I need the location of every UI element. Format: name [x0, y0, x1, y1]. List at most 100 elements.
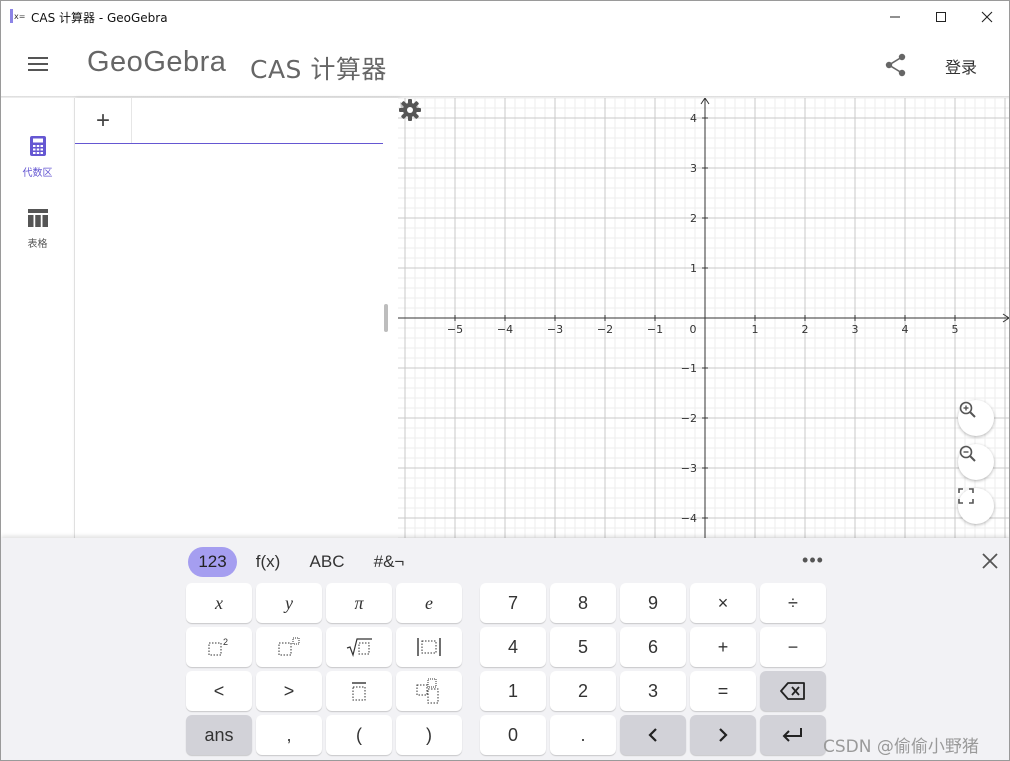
key-e[interactable]: e: [396, 583, 462, 623]
key-greater-than[interactable]: >: [256, 671, 322, 711]
tab-123[interactable]: 123: [188, 547, 237, 577]
x-tick-label: −5: [447, 323, 463, 336]
y-tick-label: −3: [681, 462, 697, 475]
key-3[interactable]: 3: [620, 671, 686, 711]
table-icon: [27, 209, 48, 227]
key-subscript[interactable]: [396, 671, 462, 711]
key-right-arrow[interactable]: [690, 715, 756, 755]
app-header: GeoGebra CAS 计算器 登录: [1, 32, 1009, 96]
key-plus[interactable]: +: [690, 627, 756, 667]
virtual-keyboard: 123 f(x) ABC #&¬ ••• x y π e 2 < > ans ,…: [1, 538, 1009, 760]
x-tick-label: 0: [690, 323, 697, 336]
window-title: CAS 计算器 - GeoGebra: [31, 11, 168, 25]
y-tick-label: 2: [690, 212, 697, 225]
hamburger-menu-icon[interactable]: [21, 52, 55, 76]
y-tick-label: −1: [681, 362, 697, 375]
gear-icon[interactable]: [398, 98, 422, 122]
share-icon[interactable]: [883, 52, 909, 78]
sidebar-item-algebra[interactable]: 代数区: [1, 136, 74, 179]
sqrt-icon: [346, 638, 372, 658]
key-pi[interactable]: π: [326, 583, 392, 623]
key-ans[interactable]: ans: [186, 715, 252, 755]
minimize-button[interactable]: [872, 1, 918, 32]
key-4[interactable]: 4: [480, 627, 546, 667]
chevron-right-icon: [719, 728, 728, 742]
key-open-paren[interactable]: (: [326, 715, 392, 755]
key-x[interactable]: x: [186, 583, 252, 623]
x-tick-label: −1: [647, 323, 663, 336]
key-7[interactable]: 7: [480, 583, 546, 623]
svg-text:2: 2: [223, 637, 228, 647]
side-navigation: 代数区 表格: [1, 98, 74, 538]
key-backspace[interactable]: [760, 671, 826, 711]
key-abs[interactable]: [396, 627, 462, 667]
tab-abc[interactable]: ABC: [303, 547, 351, 577]
key-square[interactable]: 2: [186, 627, 252, 667]
key-8[interactable]: 8: [550, 583, 616, 623]
fullscreen-icon: [958, 488, 974, 504]
key-left-arrow[interactable]: [620, 715, 686, 755]
key-multiply[interactable]: ×: [690, 583, 756, 623]
more-keys-button[interactable]: •••: [801, 550, 825, 570]
sidebar-item-label: 代数区: [22, 168, 53, 179]
maximize-icon: [936, 11, 946, 22]
enter-icon: [782, 728, 802, 742]
key-decimal[interactable]: .: [550, 715, 616, 755]
login-button[interactable]: 登录: [945, 54, 977, 78]
subscript-icon: [416, 678, 439, 704]
key-enter[interactable]: [760, 715, 826, 755]
key-equals[interactable]: =: [690, 671, 756, 711]
key-power[interactable]: [256, 627, 322, 667]
x-tick-label: −3: [547, 323, 563, 336]
close-window-button[interactable]: [964, 1, 1009, 32]
x-tick-label: −4: [497, 323, 513, 336]
coordinate-grid[interactable]: −5 −4 −3 −2 −1 0 1 2 3 4 5 4 3 2 1 −1 −2 −3 −4: [398, 98, 1009, 538]
key-sqrt[interactable]: [326, 627, 392, 667]
close-keyboard-icon[interactable]: [979, 550, 1001, 572]
geogebra-logo: GeoGebra: [87, 46, 227, 78]
geogebra-window: x= CAS 计算器 - GeoGebra GeoGebra CAS 计算器 登…: [0, 0, 1010, 761]
add-input-button[interactable]: +: [75, 98, 132, 144]
key-5[interactable]: 5: [550, 627, 616, 667]
y-tick-label: 4: [690, 112, 697, 125]
algebra-view: +: [74, 98, 398, 538]
key-6[interactable]: 6: [620, 627, 686, 667]
zoom-out-button[interactable]: [958, 444, 994, 480]
maximize-button[interactable]: [918, 1, 964, 32]
y-tick-label: −2: [681, 412, 697, 425]
zoom-in-button[interactable]: [958, 400, 994, 436]
key-2[interactable]: 2: [550, 671, 616, 711]
tab-symbols[interactable]: #&¬: [367, 547, 411, 577]
x-tick-label: 5: [952, 323, 959, 336]
fullscreen-button[interactable]: [958, 488, 994, 524]
key-fraction[interactable]: [326, 671, 392, 711]
key-less-than[interactable]: <: [186, 671, 252, 711]
y-tick-label: 1: [690, 262, 697, 275]
abs-icon: [417, 638, 441, 656]
key-0[interactable]: 0: [480, 715, 546, 755]
key-comma[interactable]: ,: [256, 715, 322, 755]
panel-resize-handle[interactable]: [384, 304, 388, 332]
x-tick-label: 3: [852, 323, 859, 336]
calculator-icon: [29, 136, 46, 156]
input-bar-underline[interactable]: [75, 143, 383, 144]
x-tick-label: 1: [752, 323, 759, 336]
backspace-icon: [780, 682, 805, 700]
chevron-left-icon: [648, 728, 657, 742]
power-icon: [278, 637, 300, 656]
key-close-paren[interactable]: ): [396, 715, 462, 755]
key-y[interactable]: y: [256, 583, 322, 623]
x-tick-label: 4: [902, 323, 909, 336]
tab-functions[interactable]: f(x): [248, 547, 288, 577]
svg-text:x=: x=: [14, 12, 25, 21]
zoom-in-icon: [959, 401, 976, 418]
x-tick-label: −2: [597, 323, 613, 336]
graphics-view[interactable]: −5 −4 −3 −2 −1 0 1 2 3 4 5 4 3 2 1 −1 −2 −3 −4: [398, 98, 1009, 538]
key-1[interactable]: 1: [480, 671, 546, 711]
key-9[interactable]: 9: [620, 583, 686, 623]
key-divide[interactable]: ÷: [760, 583, 826, 623]
key-minus[interactable]: −: [760, 627, 826, 667]
close-icon: [981, 11, 993, 22]
sidebar-item-table[interactable]: 表格: [1, 209, 74, 250]
sidebar-item-label: 表格: [27, 239, 48, 250]
